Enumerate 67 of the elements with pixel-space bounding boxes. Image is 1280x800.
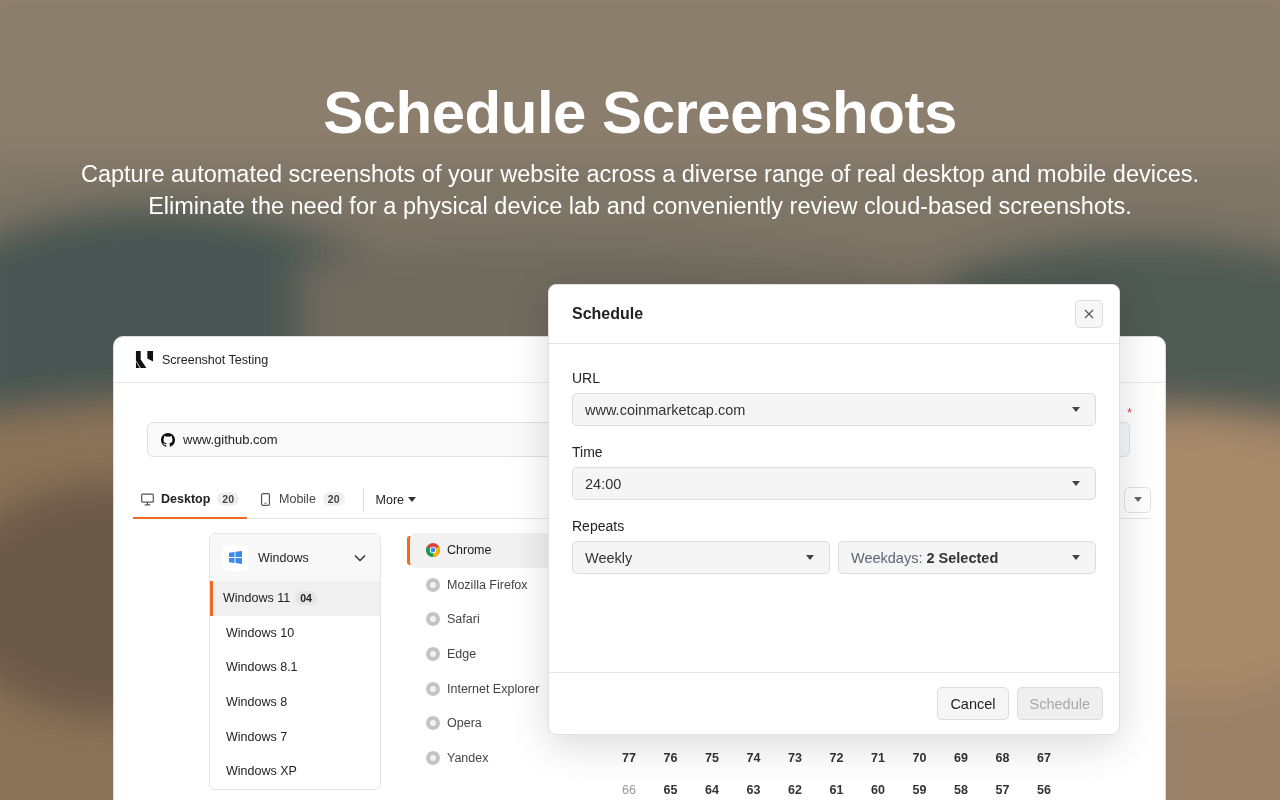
number-cell[interactable]: 71 [859,751,901,765]
chrome-icon [426,543,440,558]
number-cell[interactable]: 65 [651,783,693,797]
hero-subtitle: Capture automated screenshots of your website across a diverse range of real desktop and mobile devices. [79,160,1201,189]
phone-icon [259,492,272,506]
dialog-button[interactable]: Cancel [937,687,1009,720]
number-cell[interactable]: 64 [693,783,735,797]
number-cell[interactable]: 67 [1025,751,1067,765]
os-version-item[interactable]: Windows 7 [210,719,380,754]
os-group-header[interactable]: Windows [210,534,380,581]
caret-icon [806,555,814,560]
hero-subtitle: Eliminate the need for a physical device lab and conveniently review cloud-based screenshots. [147,192,1133,221]
windows-icon [228,551,242,564]
os-version-item[interactable]: Windows 11 04 [210,581,380,616]
logo-icon [135,350,154,369]
number-cell[interactable]: 59 [900,783,942,797]
number-cell[interactable]: 63 [734,783,776,797]
number-cell[interactable]: 76 [651,751,693,765]
number-cell[interactable]: 77 [610,751,652,765]
select-field[interactable]: www.coinmarketcap.com [572,393,1096,426]
number-cell[interactable]: 75 [693,751,735,765]
browser-item[interactable]: Yandex [410,740,570,776]
browser-icon [426,647,440,662]
hero-title: Schedule Screenshots [322,78,958,148]
field-label: URL [572,370,601,387]
os-version-item[interactable]: Windows XP [210,753,380,789]
browser-icon [426,681,440,696]
caret-icon [1072,407,1080,412]
os-version-item[interactable]: Windows 8 [210,684,380,720]
browser-icon [426,577,440,592]
browser-icon [426,716,440,731]
octocat-icon [161,432,175,447]
number-cell[interactable]: 56 [1025,783,1067,797]
number-cell[interactable]: 73 [776,751,818,765]
caret-icon [1072,555,1080,560]
os-version-item[interactable]: Windows 10 [210,615,380,651]
close-button[interactable] [1075,300,1103,328]
dialog-title: Schedule [572,305,644,323]
number-cell[interactable]: 60 [859,783,901,797]
number-cell[interactable]: 68 [983,751,1025,765]
number-cell[interactable]: 70 [900,751,942,765]
number-cell[interactable]: 57 [983,783,1025,797]
number-cell[interactable]: 74 [734,751,776,765]
caret-icon [1133,497,1142,502]
select-field[interactable]: 24:00 [572,467,1096,500]
field-label: Repeats [572,518,626,535]
browser-icon [426,612,440,627]
select-field[interactable]: Weekdays: 2 Selected [838,541,1096,574]
number-cell[interactable]: 58 [942,783,984,797]
more-menu[interactable]: More [375,481,416,518]
close-icon [1084,309,1094,319]
browser-icon [426,750,440,765]
number-cell[interactable]: 61 [817,783,859,797]
monitor-icon [141,492,154,506]
device-tab[interactable]: Mobile 20 [251,481,353,519]
chevron-icon [354,553,366,562]
select-field[interactable]: Weekly [572,541,830,574]
number-cell[interactable]: 72 [817,751,859,765]
number-cell[interactable]: 69 [942,751,984,765]
caret-icon [408,497,416,502]
app-title: Screenshot Testing [162,352,269,367]
required-mark: * [1126,408,1132,418]
caret-icon [1072,481,1080,486]
os-version-item[interactable]: Windows 8.1 [210,650,380,685]
device-tab[interactable]: Desktop 20 [133,481,247,519]
number-cell[interactable]: 62 [776,783,818,797]
dropdown-button[interactable] [1124,486,1151,513]
